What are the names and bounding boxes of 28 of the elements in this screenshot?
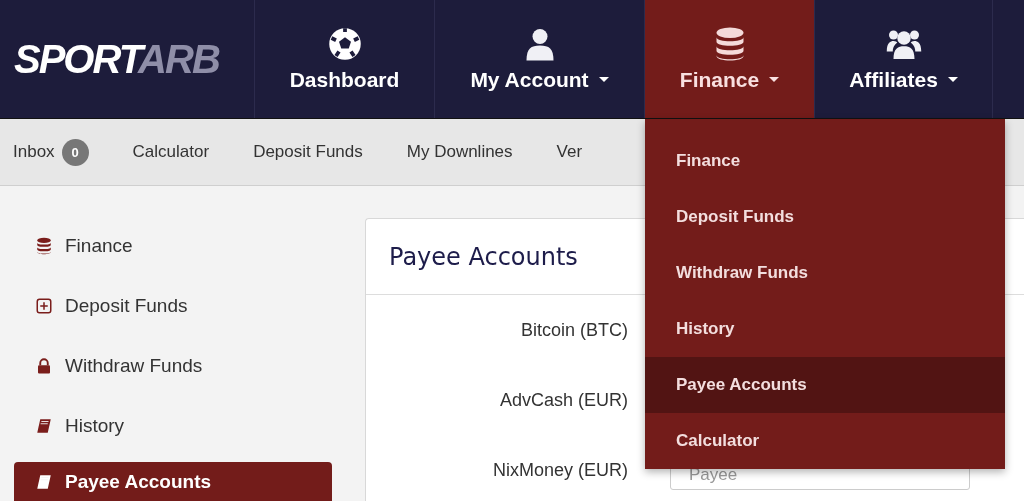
field-label: Bitcoin (BTC) <box>520 319 628 341</box>
nav-tab[interactable]: Affiliates <box>815 0 993 118</box>
sidebar-item[interactable]: History <box>14 396 332 456</box>
nav-label: Dashboard <box>289 68 400 92</box>
dropdown-item[interactable]: History <box>645 301 1005 357</box>
book-icon <box>35 417 53 435</box>
ball-icon <box>326 26 363 62</box>
book-icon <box>35 473 53 491</box>
sidebar-item[interactable]: Withdraw Funds <box>14 336 332 396</box>
dropdown-item[interactable]: Finance <box>645 133 1005 189</box>
sidebar-item[interactable]: Deposit Funds <box>14 276 332 336</box>
nav-tab[interactable]: Dashboard <box>255 0 435 118</box>
sidebar-item[interactable]: Finance <box>14 216 332 276</box>
plus-square-icon <box>35 297 53 315</box>
subnav-link[interactable]: Inbox <box>13 142 55 162</box>
subnav-link[interactable]: Deposit Funds <box>253 142 363 162</box>
lock-icon <box>35 357 53 375</box>
field-label: NixMoney (EUR) <box>491 459 628 481</box>
nav-tab[interactable]: Finance <box>645 0 815 118</box>
subnav-link[interactable]: Calculator <box>132 142 210 162</box>
sidebar-item[interactable]: Payee Accounts <box>14 462 332 501</box>
dropdown-item[interactable]: Payee Accounts <box>645 357 1005 413</box>
logo[interactable]: SPORTARB <box>14 36 219 82</box>
count-badge: 0 <box>61 138 89 166</box>
field-label: AdvCash (EUR) <box>498 389 628 411</box>
subnav-link[interactable]: My Downlines <box>406 142 513 162</box>
subnav-link[interactable]: Ver <box>556 142 583 162</box>
database-icon <box>35 237 53 255</box>
